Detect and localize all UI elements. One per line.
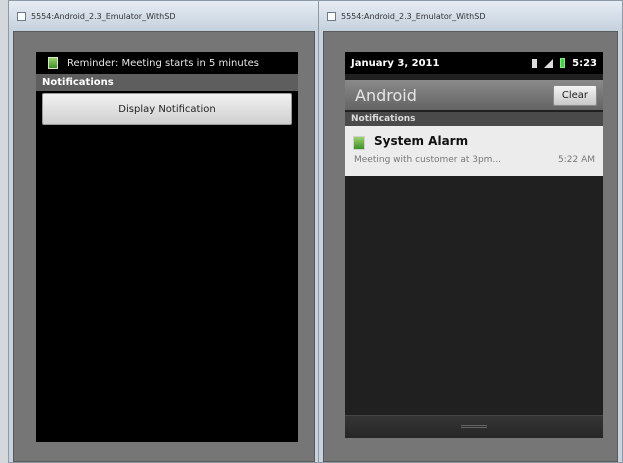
emulator-window-left: 5554:Android_2.3_Emulator_WithSD Reminde… (8, 0, 320, 463)
alarm-icon (353, 136, 365, 150)
window-titlebar[interactable]: 5554:Android_2.3_Emulator_WithSD (319, 1, 622, 31)
notification-shade: January 3, 2011 5:23 Android Clear Notif… (345, 52, 603, 438)
status-date: January 3, 2011 (351, 57, 440, 69)
notification-icon (48, 57, 58, 69)
window-title: 5554:Android_2.3_Emulator_WithSD (31, 11, 176, 21)
carrier-label: Android (355, 85, 417, 105)
app-icon (327, 11, 336, 21)
grip-icon (461, 425, 487, 426)
notification-item[interactable]: System Alarm Meeting with customer at 3p… (345, 126, 603, 176)
notification-title: System Alarm (374, 134, 469, 148)
battery-icon (560, 58, 566, 68)
sd-card-icon (532, 58, 538, 68)
app-title-bar: Notifications (36, 74, 298, 91)
status-time: 5:23 (572, 57, 597, 69)
shade-header: Android Clear (345, 80, 603, 110)
status-bar[interactable]: Reminder: Meeting starts in 5 minutes (36, 52, 298, 74)
signal-icon (544, 58, 554, 68)
display-notification-button[interactable]: Display Notification (42, 93, 292, 125)
window-titlebar[interactable]: 5554:Android_2.3_Emulator_WithSD (9, 1, 319, 31)
status-ticker: Reminder: Meeting starts in 5 minutes (67, 57, 259, 69)
device-screen: Reminder: Meeting starts in 5 minutes No… (36, 52, 298, 442)
notification-text: Meeting with customer at 3pm... (354, 155, 502, 165)
notification-time: 5:22 AM (558, 155, 595, 165)
device-frame: Reminder: Meeting starts in 5 minutes No… (13, 31, 315, 462)
status-bar: January 3, 2011 5:23 (345, 52, 603, 74)
clear-button[interactable]: Clear (552, 84, 597, 106)
emulator-window-right: 5554:Android_2.3_Emulator_WithSD January… (318, 0, 623, 463)
shade-drag-handle[interactable] (345, 415, 603, 438)
section-header: Notifications (345, 112, 603, 126)
window-title: 5554:Android_2.3_Emulator_WithSD (341, 11, 486, 21)
device-frame: January 3, 2011 5:23 Android Clear Notif… (323, 31, 618, 462)
app-icon (17, 11, 26, 21)
